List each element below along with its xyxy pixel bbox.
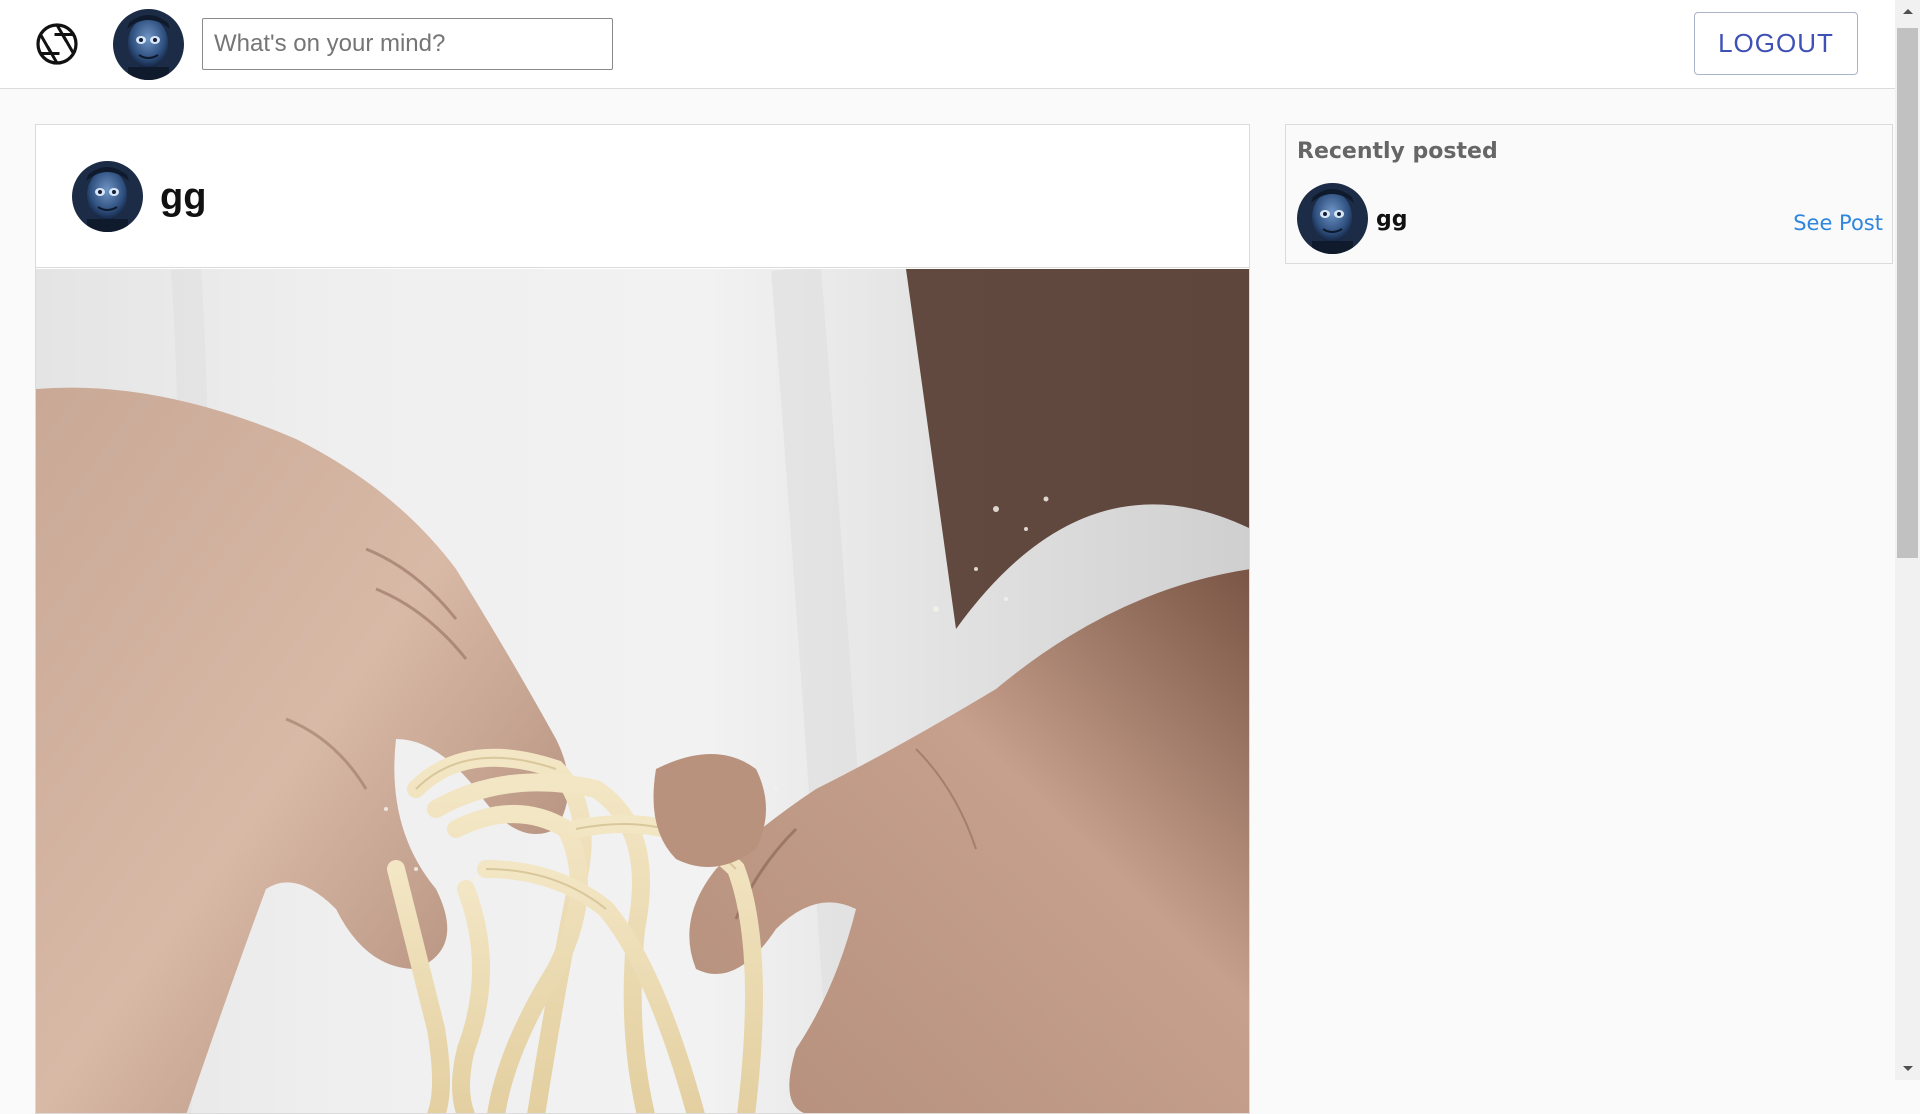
scroll-down-arrow-icon[interactable] bbox=[1895, 1058, 1920, 1080]
recent-post-username[interactable]: gg bbox=[1376, 207, 1408, 232]
post-header: gg bbox=[36, 125, 1249, 268]
post-author-avatar[interactable] bbox=[72, 161, 143, 232]
recently-posted-title: Recently posted bbox=[1297, 139, 1498, 164]
camera-aperture-icon[interactable] bbox=[35, 22, 79, 66]
avatar[interactable] bbox=[113, 9, 184, 80]
page-scrollbar[interactable] bbox=[1895, 0, 1920, 1080]
search-input[interactable] bbox=[202, 18, 613, 70]
recently-posted-panel: Recently posted gg See Post bbox=[1285, 124, 1893, 264]
scrollbar-thumb[interactable] bbox=[1897, 28, 1918, 558]
post-image[interactable] bbox=[36, 269, 1249, 1113]
see-post-link[interactable]: See Post bbox=[1793, 211, 1883, 235]
top-navbar: LOGOUT bbox=[0, 0, 1895, 89]
post-card: gg bbox=[35, 124, 1250, 1114]
logout-button[interactable]: LOGOUT bbox=[1694, 12, 1858, 75]
post-author-username[interactable]: gg bbox=[160, 175, 206, 219]
scroll-up-arrow-icon[interactable] bbox=[1895, 0, 1920, 22]
recent-post-avatar[interactable] bbox=[1297, 183, 1368, 254]
